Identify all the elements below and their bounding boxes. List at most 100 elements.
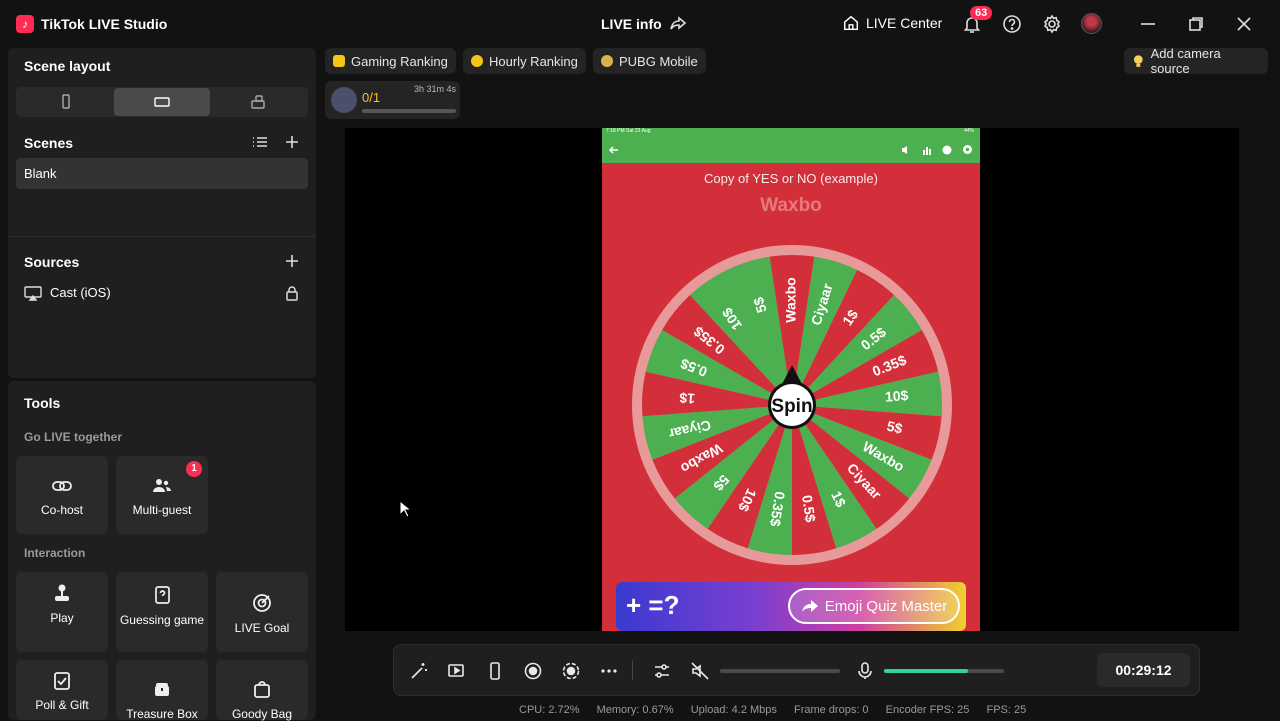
interaction-heading: Interaction	[24, 546, 86, 560]
question-card-icon	[155, 586, 170, 604]
live-timer: 00:29:12	[1097, 653, 1190, 687]
guessing-game-label: Guessing game	[119, 613, 205, 627]
share-arrow-icon	[801, 600, 818, 612]
pubg-mobile-chip[interactable]: PUBG Mobile	[593, 48, 706, 74]
cpu-stat: CPU: 2.72%	[519, 704, 580, 716]
phone-status-bar: 7:18 PM Sat 23 Aug 44%	[602, 128, 980, 136]
live-goal-button[interactable]: LIVE Goal	[216, 572, 308, 652]
emoji-equation: + =?	[626, 590, 680, 620]
wheel-label: Waxbo	[783, 277, 799, 322]
layout-selector	[16, 87, 308, 117]
live-center-label: LIVE Center	[866, 15, 943, 31]
divider	[8, 236, 316, 237]
add-camera-source-button[interactable]: Add camera source	[1124, 46, 1268, 76]
flame-icon	[471, 55, 483, 67]
more-icon[interactable]	[599, 661, 619, 681]
list-icon[interactable]	[251, 133, 269, 151]
controls-divider	[632, 660, 633, 680]
share-icon[interactable]	[668, 14, 688, 34]
sources-title: Sources	[24, 254, 80, 270]
add-camera-source-label: Add camera source	[1150, 46, 1221, 76]
link-icon	[52, 481, 72, 491]
people-icon	[153, 479, 171, 492]
cohost-button[interactable]: Co-host	[16, 456, 108, 534]
gaming-ranking-label: Gaming Ranking	[351, 53, 448, 69]
goal-timer: 3h 31m 4s	[414, 84, 457, 94]
gift-avatar	[331, 87, 357, 113]
hourly-ranking-chip[interactable]: Hourly Ranking	[463, 48, 586, 74]
help-icon[interactable]	[1002, 14, 1022, 34]
phone-battery: 44%	[963, 128, 974, 134]
volume-icon	[902, 146, 907, 154]
cohost-label: Co-host	[40, 503, 84, 517]
back-arrow-icon	[608, 146, 618, 154]
wheel-title: Copy of YES or NO (example)	[704, 171, 878, 186]
scene-item[interactable]: Blank	[16, 158, 308, 189]
speaker-muted-icon[interactable]	[690, 661, 710, 681]
layout-landscape-button[interactable]	[114, 88, 210, 116]
layout-portrait-button[interactable]	[18, 88, 114, 116]
media-play-icon[interactable]	[447, 661, 467, 681]
poll-gift-button[interactable]: Poll & Gift	[16, 660, 108, 720]
treasure-box-button[interactable]: Treasure Box	[116, 660, 208, 721]
lock-icon[interactable]	[283, 284, 301, 302]
goal-progress-bar	[362, 109, 456, 113]
wheel-app-bar	[602, 136, 980, 163]
notification-badge: 63	[970, 6, 993, 20]
lightbulb-icon	[1133, 54, 1143, 67]
frame-drops-stat: Frame drops: 0	[793, 704, 869, 716]
airplay-icon	[24, 286, 42, 301]
multiguest-badge: 1	[186, 461, 202, 477]
guessing-game-button[interactable]: Guessing game	[116, 572, 208, 652]
game-icon	[601, 55, 613, 67]
gaming-ranking-chip[interactable]: Gaming Ranking	[325, 48, 456, 74]
play-button[interactable]: Play	[16, 572, 108, 652]
highlight-icon[interactable]	[561, 661, 581, 681]
multiguest-label: Multi-guest	[132, 503, 192, 517]
layout-dual-button[interactable]	[210, 88, 306, 116]
play-label: Play	[50, 611, 74, 625]
landscape-icon	[154, 97, 170, 107]
goody-bag-label: Goody Bag	[231, 707, 293, 721]
microphone-icon[interactable]	[855, 661, 875, 681]
emoji-quiz-banner: + =? Emoji Quiz Master	[616, 582, 966, 631]
live-info-button[interactable]: LIVE info	[601, 16, 662, 32]
go-live-together-heading: Go LIVE together	[24, 430, 123, 444]
phone-icon[interactable]	[485, 661, 505, 681]
performance-stats: CPU: 2.72% Memory: 0.67% Upload: 4.2 Mbp…	[519, 704, 1040, 716]
title-bar: ♪ TikTok LIVE Studio LIVE info LIVE Cent…	[0, 0, 1280, 48]
wheel-label: 1$	[679, 390, 696, 407]
fps-stat: FPS: 25	[986, 704, 1027, 716]
add-scene-plus-icon[interactable]	[283, 133, 301, 151]
tools-title: Tools	[24, 395, 61, 411]
joystick-icon	[55, 584, 69, 601]
emoji-quiz-label: Emoji Quiz Master	[824, 597, 948, 615]
minimize-icon[interactable]	[1138, 14, 1158, 34]
trophy-icon	[333, 55, 345, 67]
sliders-icon[interactable]	[652, 661, 672, 681]
home-icon	[843, 15, 859, 31]
source-item-cast[interactable]: Cast (iOS)	[50, 285, 111, 300]
treasure-box-icon	[155, 683, 169, 696]
speaker-volume-slider[interactable]	[720, 669, 840, 673]
user-avatar[interactable]	[1081, 13, 1102, 34]
live-goal-label: LIVE Goal	[234, 621, 290, 635]
restore-icon[interactable]	[1186, 14, 1206, 34]
mic-level-fill	[884, 669, 968, 673]
goody-bag-icon	[254, 681, 270, 698]
poll-icon	[54, 672, 70, 690]
settings-gear-icon[interactable]	[1042, 14, 1062, 34]
scenes-title: Scenes	[24, 135, 74, 151]
goody-bag-button[interactable]: Goody Bag	[216, 660, 308, 721]
goal-count: 0/1	[362, 90, 381, 105]
encoder-fps-stat: Encoder FPS: 25	[885, 704, 970, 716]
dual-layout-icon	[251, 95, 265, 109]
gear-icon	[963, 145, 972, 154]
add-source-plus-icon[interactable]	[283, 252, 301, 270]
record-icon[interactable]	[523, 661, 543, 681]
wheel-result: Waxbo	[760, 195, 822, 216]
live-center-button[interactable]: LIVE Center	[842, 14, 942, 32]
close-icon[interactable]	[1234, 14, 1254, 34]
spin-label: Spin	[771, 396, 812, 417]
magic-wand-icon[interactable]	[409, 661, 429, 681]
